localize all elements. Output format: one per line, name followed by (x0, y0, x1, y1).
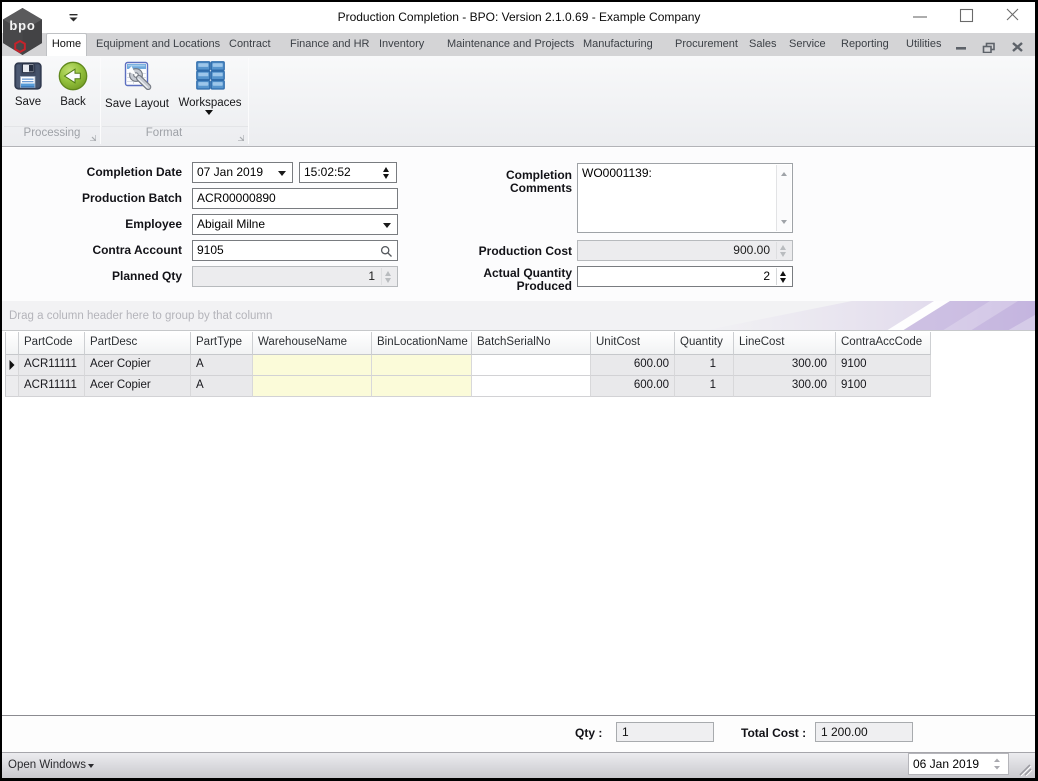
svg-text:bpo: bpo (9, 18, 35, 33)
